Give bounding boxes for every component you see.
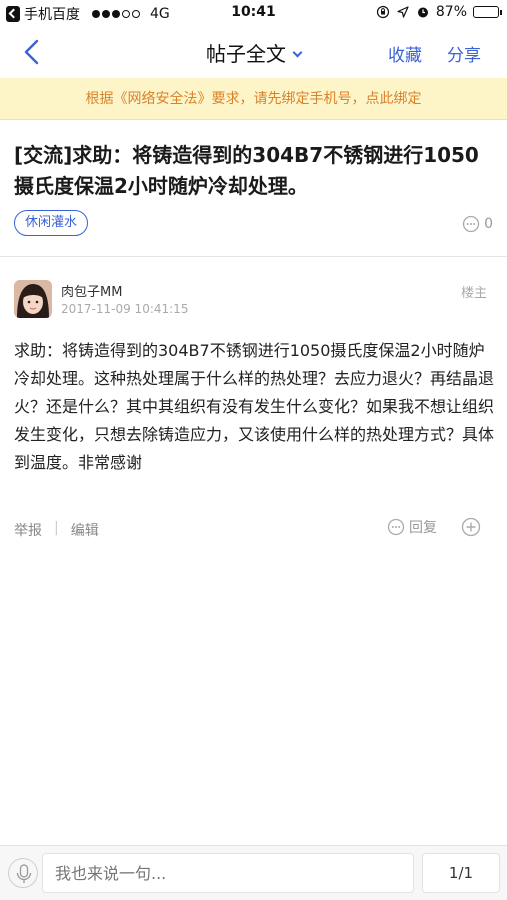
- battery-icon: [473, 6, 502, 18]
- favorite-button[interactable]: 收藏: [388, 41, 422, 66]
- alarm-icon: [417, 7, 428, 18]
- divider: [0, 256, 507, 257]
- reply-composer: 1/1: [0, 845, 507, 900]
- post-title: [交流]求助：将铸造得到的304B7不锈钢进行1050摄氏度保温2小时随炉冷却处…: [14, 143, 479, 198]
- reply-input[interactable]: [42, 853, 414, 893]
- post-detail-page: 手机百度 4G 10:41 87% 帖子全文 收藏 分享 根据《网络安全法》要求…: [0, 0, 507, 900]
- report-button[interactable]: 举报: [14, 520, 42, 540]
- author-name[interactable]: 肉包子MM: [61, 281, 122, 300]
- page-title-dropdown[interactable]: 帖子全文: [0, 38, 507, 67]
- comment-count[interactable]: 0: [462, 215, 493, 233]
- edit-button[interactable]: 编辑: [71, 520, 99, 540]
- chevron-down-icon: [292, 47, 303, 58]
- microphone-icon: [16, 864, 32, 883]
- reply-actions: 回复: [387, 517, 481, 537]
- location-icon: [397, 6, 409, 18]
- page-indicator[interactable]: 1/1: [422, 853, 500, 893]
- post-date: 2017-11-09 10:41:15: [61, 302, 189, 316]
- bind-phone-notice[interactable]: 根据《网络安全法》要求，请先绑定手机号，点此绑定: [0, 78, 507, 120]
- comment-icon: [462, 215, 480, 233]
- page-title: 帖子全文: [206, 42, 286, 66]
- share-button[interactable]: 分享: [447, 41, 481, 66]
- voice-input-button[interactable]: [8, 858, 38, 888]
- orientation-lock-icon: [376, 5, 389, 19]
- forum-tag[interactable]: 休闲灌水: [14, 210, 89, 236]
- floor-label: 楼主: [460, 286, 487, 301]
- add-icon[interactable]: [461, 517, 481, 537]
- comment-count-value: 0: [484, 216, 493, 232]
- avatar[interactable]: [14, 280, 52, 318]
- status-bar: 手机百度 4G 10:41 87%: [0, 0, 507, 26]
- reply-icon: [387, 518, 405, 536]
- reply-label: 回复: [409, 520, 437, 536]
- status-right: 87%: [376, 4, 502, 20]
- action-separator: |: [54, 520, 59, 536]
- reply-button[interactable]: 回复: [387, 517, 437, 537]
- post-actions: 举报 | 编辑: [14, 520, 99, 540]
- battery-percent: 87%: [435, 4, 467, 20]
- post-content: 求助：将铸造得到的304B7不锈钢进行1050摄氏度保温2小时随炉冷却处理。这种…: [14, 341, 495, 472]
- nav-bar: 帖子全文 收藏 分享: [0, 26, 507, 78]
